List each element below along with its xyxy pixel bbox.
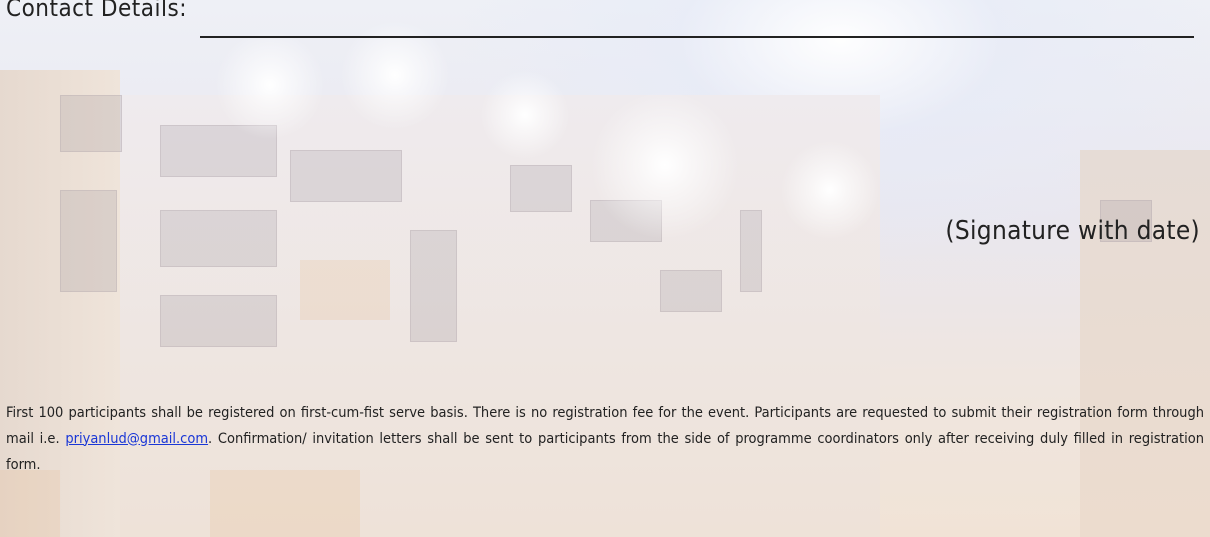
signature-with-date-label: (Signature with date) (945, 216, 1200, 246)
registration-form-section: Contact Details: (Signature with date) F… (0, 0, 1210, 537)
registration-notice: First 100 participants shall be register… (6, 400, 1204, 478)
contact-details-blank-line (200, 36, 1194, 38)
contact-details-label: Contact Details: (6, 0, 187, 22)
email-link[interactable]: priyanlud@gmail.com (65, 431, 208, 447)
contact-details-row: Contact Details: (0, 0, 1210, 38)
